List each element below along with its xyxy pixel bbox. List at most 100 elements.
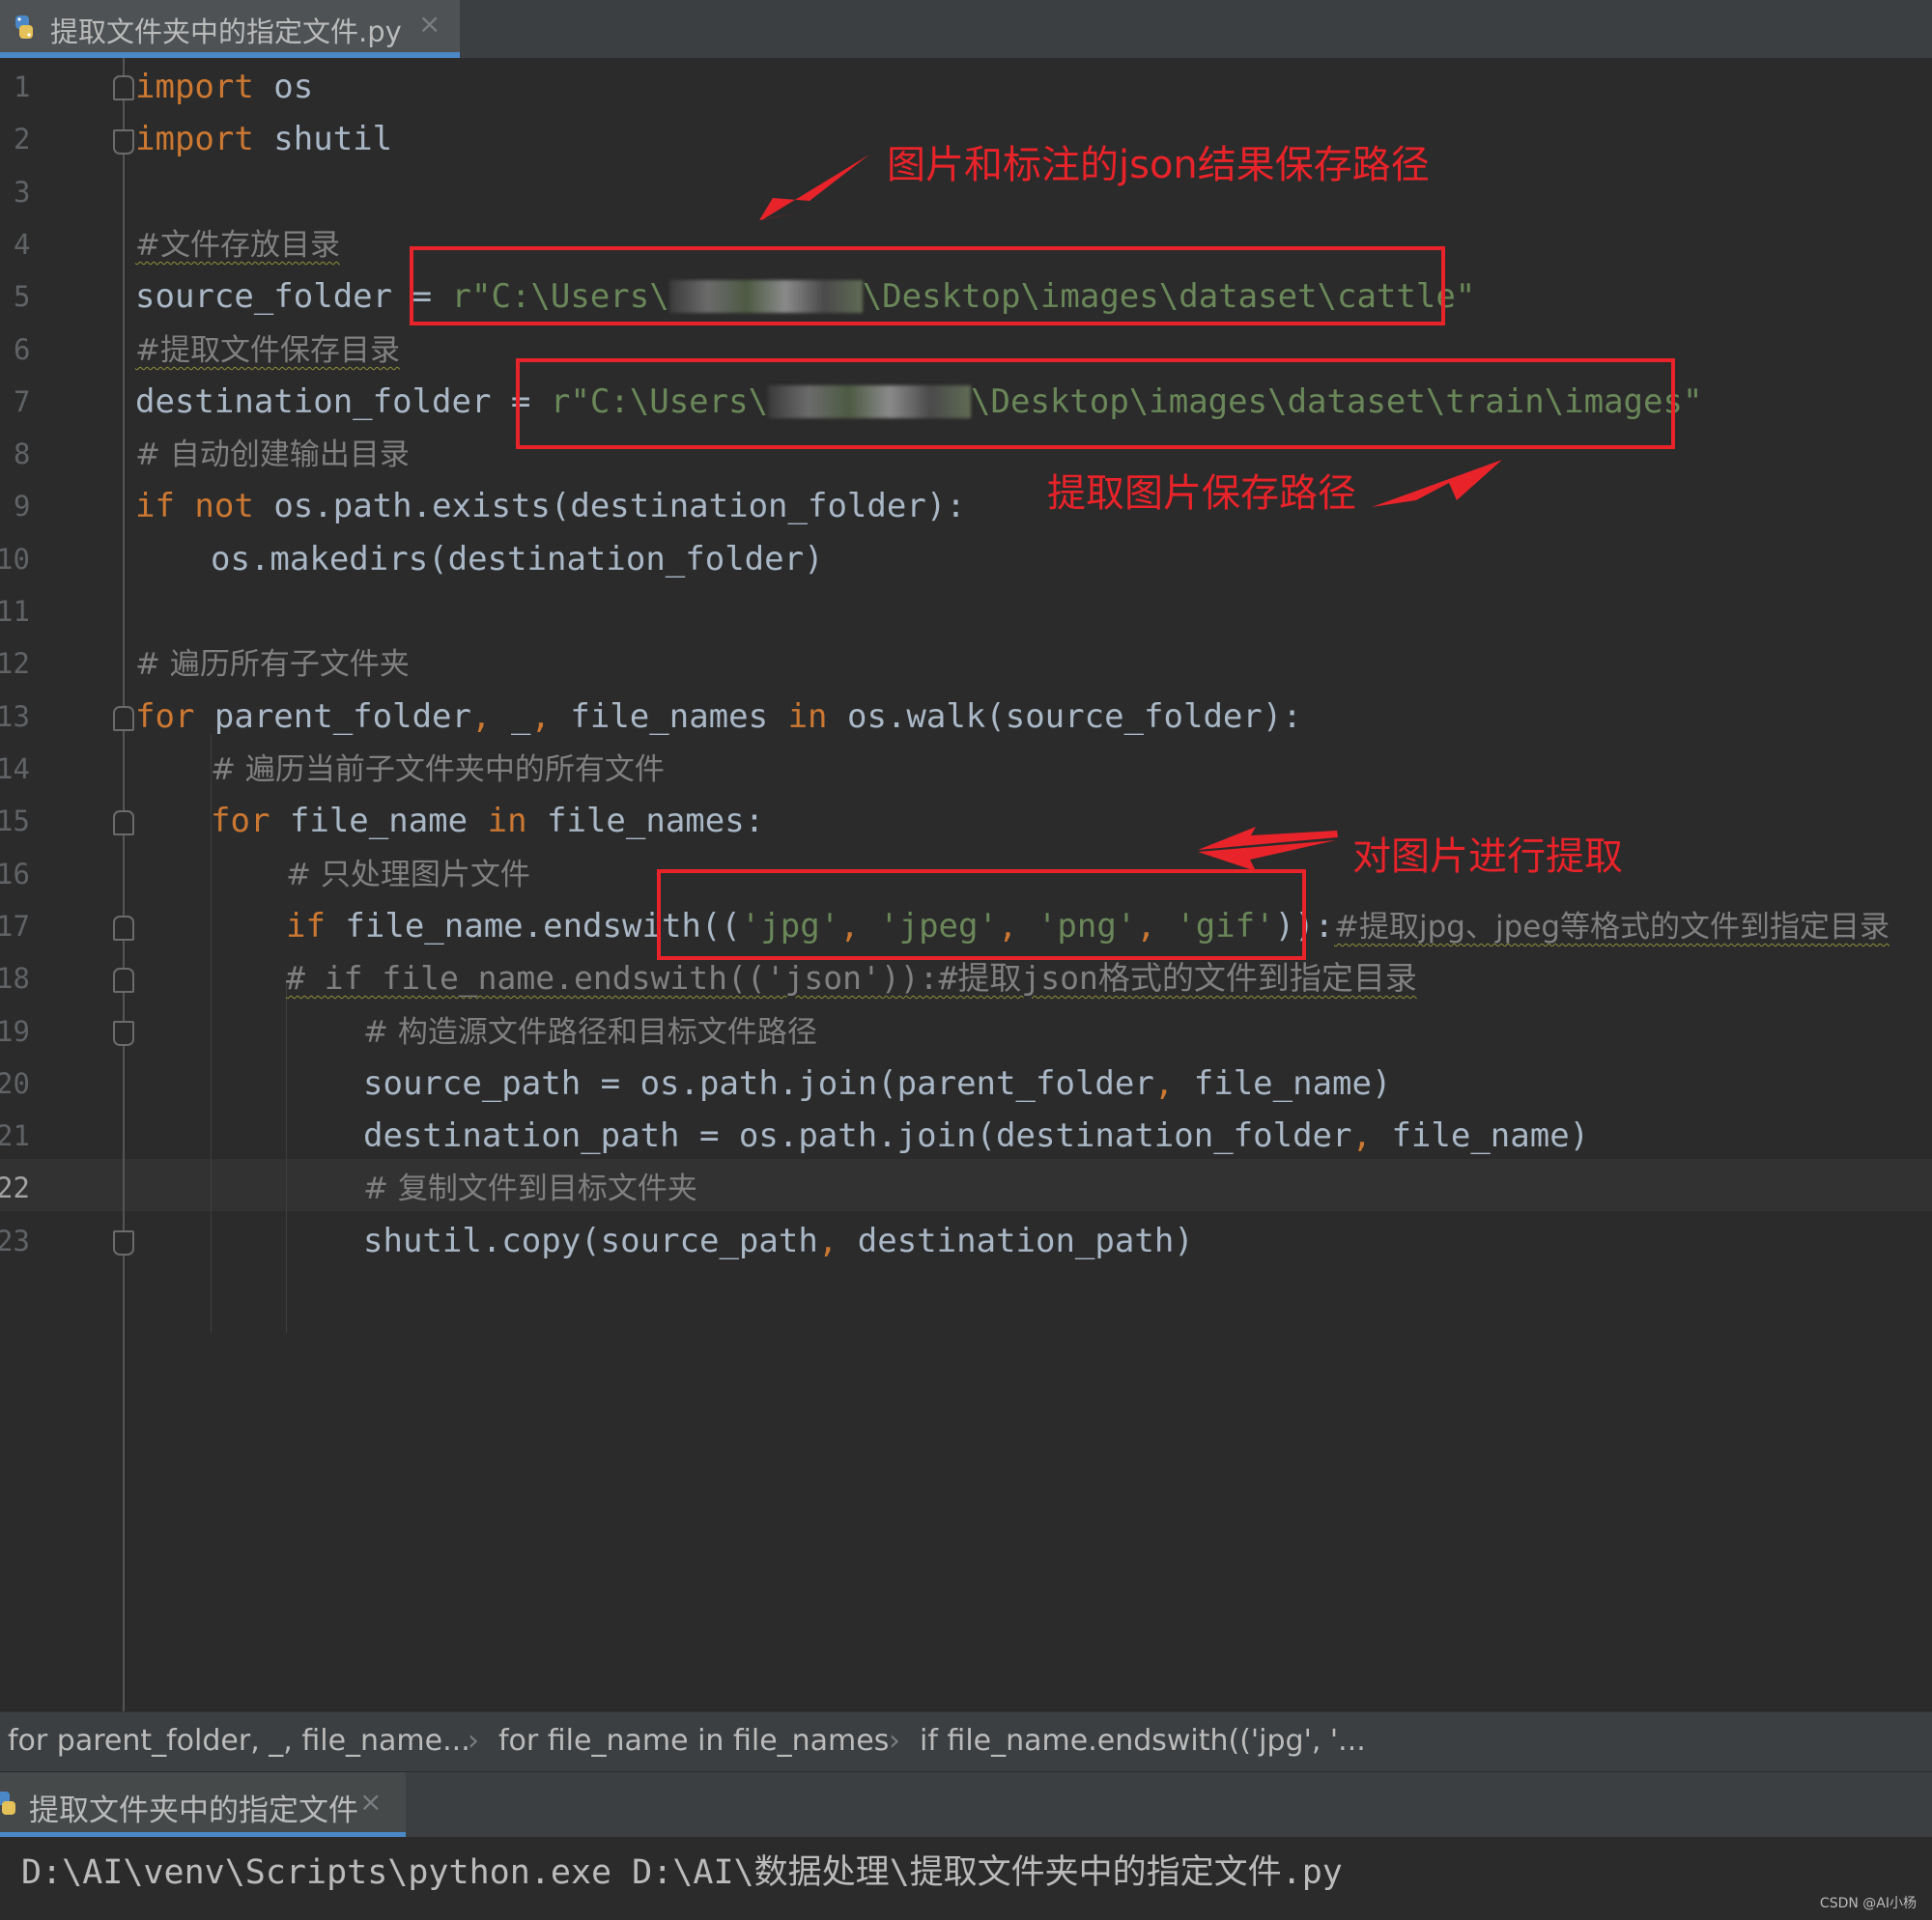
line-number: 11 — [0, 595, 30, 628]
keyword: for — [135, 697, 195, 736]
code-line-13[interactable]: for parent_folder, _, file_names in os.w… — [135, 691, 1302, 743]
editor-tab-bar: 提取文件夹中的指定文件.py × — [0, 0, 1932, 58]
code-text: os.makedirs(destination_folder) — [211, 540, 824, 579]
indent-guide — [286, 980, 287, 1333]
arrow-icon — [759, 155, 869, 220]
annotation-json-path: 图片和标注的json结果保存路径 — [887, 143, 1430, 187]
code-text: file_name) — [1174, 1064, 1392, 1103]
fold-marker-icon[interactable] — [113, 706, 134, 731]
code-line-1[interactable]: import os — [135, 61, 313, 113]
keyword: import — [135, 68, 254, 106]
line-number: 8 — [14, 438, 31, 470]
code-line-22[interactable]: # 复制文件到目标文件夹 — [363, 1162, 697, 1215]
arrow-icon — [1372, 460, 1502, 507]
tab-title: 提取文件夹中的指定文件.py — [50, 15, 402, 48]
annotation-box-destination-path — [516, 358, 1675, 449]
code-text: source_path = os.path.join(parent_folder — [363, 1064, 1154, 1103]
keyword: in — [787, 697, 828, 736]
code-line-16[interactable]: # 只处理图片文件 — [286, 848, 530, 901]
run-tab-label: 提取文件夹中的指定文件 — [29, 1793, 358, 1828]
line-number: 20 — [0, 1067, 30, 1100]
line-number: 12 — [0, 647, 30, 680]
code-text: destination_folder = — [135, 382, 551, 421]
keyword: import — [135, 120, 254, 158]
fold-marker-icon[interactable] — [113, 75, 134, 100]
code-line-21[interactable]: destination_path = os.path.join(destinat… — [363, 1110, 1589, 1162]
code-text: source_folder — [135, 277, 412, 316]
code-line-23[interactable]: shutil.copy(source_path, destination_pat… — [363, 1215, 1194, 1267]
arrow-icon — [1198, 840, 1336, 871]
breadcrumb-item[interactable]: for file_name in file_names — [498, 1724, 889, 1758]
code-line-10[interactable]: os.makedirs(destination_folder) — [211, 533, 824, 585]
line-number: 7 — [14, 385, 31, 418]
line-number: 3 — [14, 176, 31, 209]
line-number: 16 — [0, 858, 30, 890]
line-number: 6 — [14, 333, 31, 366]
comment: # 构造源文件路径和目标文件路径 — [363, 1015, 817, 1050]
run-tool-window-bar: 提取文件夹中的指定文件 × — [0, 1771, 1932, 1838]
comment: # 自动创建输出目录 — [135, 438, 410, 472]
code-line-20[interactable]: source_path = os.path.join(parent_folder… — [363, 1058, 1391, 1110]
tab-run[interactable]: 提取文件夹中的指定文件 × — [0, 1772, 406, 1838]
keyword: in — [487, 802, 527, 840]
code-text: _ — [491, 697, 531, 736]
breadcrumb-item[interactable]: for parent_folder, _, file_name... — [8, 1724, 470, 1758]
code-line-8[interactable]: # 自动创建输出目录 — [135, 428, 410, 481]
python-run-icon — [0, 1792, 15, 1815]
keyword: not — [174, 487, 254, 525]
comma: , — [530, 697, 551, 736]
run-console[interactable]: D:\AI\venv\Scripts\python.exe D:\AI\数据处理… — [0, 1837, 1932, 1920]
code-line-19[interactable]: # 构造源文件路径和目标文件路径 — [363, 1005, 817, 1059]
annotation-extract-images: 对图片进行提取 — [1352, 834, 1623, 879]
code-line-18[interactable]: # if file_name.endswith(('json')):#提取jso… — [286, 952, 1417, 1004]
code-text: file_names — [550, 697, 788, 736]
code-text: destination_path) — [838, 1222, 1194, 1260]
code-editor[interactable]: 1 2 3 4 5 6 7 8 9 10 11 12 13 14 15 16 1… — [0, 58, 1932, 1711]
comment: # 遍历当前子文件夹中的所有文件 — [211, 752, 665, 787]
comma: , — [471, 697, 492, 736]
code-text: file_name — [270, 802, 488, 840]
code-line-2[interactable]: import shutil — [135, 113, 392, 165]
code-line-9[interactable]: if not os.path.exists(destination_folder… — [135, 480, 966, 532]
comment: #提取jpg、jpeg等格式的文件到指定目录 — [1334, 910, 1889, 945]
code-text: os — [253, 68, 314, 106]
current-line-highlight — [0, 1159, 1932, 1211]
python-file-icon — [15, 15, 33, 39]
code-line-6[interactable]: #提取文件保存目录 — [135, 324, 400, 377]
annotation-box-source-path — [410, 246, 1445, 325]
fold-marker-icon[interactable] — [113, 1230, 134, 1256]
line-number: 13 — [0, 700, 30, 733]
tab-file[interactable]: 提取文件夹中的指定文件.py × — [0, 0, 460, 58]
line-number: 2 — [14, 123, 31, 155]
code-text: file_names: — [526, 802, 765, 840]
gutter-divider — [123, 58, 125, 1711]
line-number: 14 — [0, 752, 30, 785]
line-number: 22 — [0, 1172, 30, 1204]
line-number: 5 — [14, 280, 31, 313]
close-icon[interactable]: × — [359, 1786, 382, 1818]
code-line-15[interactable]: for file_name in file_names: — [211, 795, 764, 847]
fold-marker-icon[interactable] — [113, 916, 134, 941]
line-number: 17 — [0, 910, 30, 943]
fold-marker-icon[interactable] — [113, 810, 134, 835]
keyword: if — [135, 487, 175, 525]
line-number: 21 — [0, 1119, 30, 1152]
code-line-12[interactable]: # 遍历所有子文件夹 — [135, 637, 410, 691]
line-number: 19 — [0, 1015, 30, 1048]
fold-marker-icon[interactable] — [113, 1021, 134, 1046]
fold-marker-icon[interactable] — [113, 968, 134, 993]
code-text: parent_folder — [194, 697, 471, 736]
comment: #文件存放目录 — [135, 228, 340, 263]
annotation-extract-path: 提取图片保存路径 — [1047, 471, 1356, 516]
line-number: 15 — [0, 805, 30, 837]
close-icon[interactable]: × — [418, 8, 440, 40]
breadcrumb-item[interactable]: if file_name.endswith(('jpg', '... — [920, 1724, 1366, 1758]
annotation-box-extensions — [657, 869, 1306, 960]
fold-marker-icon[interactable] — [113, 129, 134, 155]
code-line-4[interactable]: #文件存放目录 — [135, 218, 340, 271]
chevron-right-icon: › — [889, 1724, 900, 1758]
watermark: CSDN @AI小杨 — [1819, 1896, 1917, 1911]
console-command-line: D:\AI\venv\Scripts\python.exe D:\AI\数据处理… — [21, 1853, 1343, 1892]
line-number: 4 — [14, 228, 31, 261]
code-line-14[interactable]: # 遍历当前子文件夹中的所有文件 — [211, 743, 665, 796]
